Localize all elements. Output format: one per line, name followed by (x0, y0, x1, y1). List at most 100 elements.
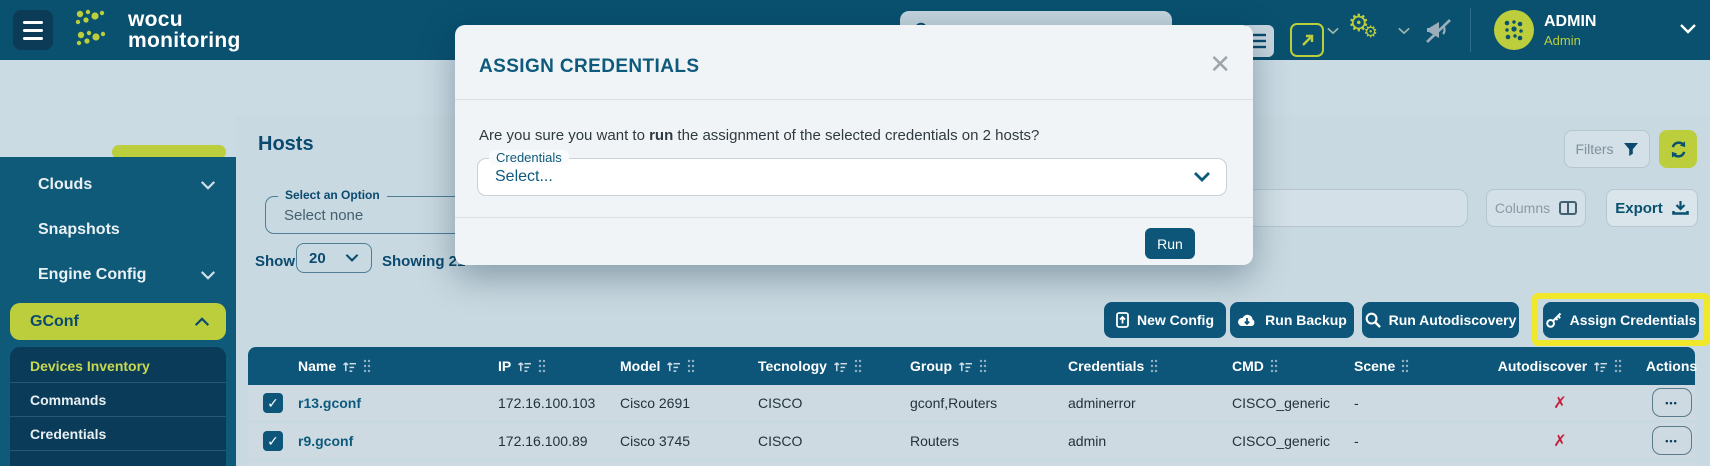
assign-credentials-modal: ASSIGN CREDENTIALS ✕ Are you sure you wa… (455, 25, 1253, 265)
column-header-name[interactable]: Name (292, 358, 492, 374)
sidebar-item-gconf-active[interactable]: GConf (10, 303, 226, 340)
drag-handle-icon[interactable] (1614, 359, 1622, 373)
gears-chevron-icon[interactable] (1398, 27, 1410, 35)
table-row: ✓ r13.gconf 172.16.100.103 Cisco 2691 CI… (248, 385, 1695, 420)
yellow-highlight-annotation (1532, 293, 1710, 346)
drag-handle-icon[interactable] (1401, 359, 1409, 373)
columns-button[interactable]: Columns (1486, 189, 1586, 227)
option-select-label: Select an Option (278, 188, 387, 202)
chevron-up-icon (194, 317, 210, 326)
row-actions-button[interactable]: ••• (1652, 388, 1692, 417)
page-title: Hosts (258, 133, 314, 156)
sort-icon[interactable] (666, 360, 681, 373)
cell-tecnology: CISCO (752, 433, 904, 449)
column-header-actions: Actions (1642, 358, 1695, 374)
drag-handle-icon[interactable] (538, 359, 546, 373)
column-header-model[interactable]: Model (614, 358, 752, 374)
row-checkbox-checked[interactable]: ✓ (263, 431, 283, 451)
sort-icon[interactable] (342, 360, 357, 373)
submenu-item-commands[interactable]: Commands (10, 383, 226, 416)
drag-handle-icon[interactable] (979, 359, 987, 373)
download-icon (1672, 200, 1689, 216)
submenu-item-devices-inventory[interactable]: Devices Inventory (10, 349, 226, 382)
show-label: Show (255, 253, 295, 270)
sort-icon[interactable] (1593, 360, 1608, 373)
header-divider (1470, 8, 1471, 52)
sidebar-item-snapshots[interactable]: Snapshots (0, 213, 236, 247)
wocu-logo-dots-icon (72, 8, 118, 52)
drag-handle-icon[interactable] (363, 359, 371, 373)
megaphone-muted-icon[interactable] (1424, 18, 1454, 44)
modal-divider (455, 217, 1253, 218)
credentials-select-label: Credentials (489, 150, 569, 165)
option-select-value: Select none (284, 207, 363, 224)
filters-button[interactable]: Filters (1564, 130, 1650, 168)
host-name-link[interactable]: r13.gconf (298, 395, 361, 411)
export-button[interactable]: Export (1606, 189, 1698, 227)
modal-title: ASSIGN CREDENTIALS (479, 56, 699, 78)
sort-icon[interactable] (833, 360, 848, 373)
hosts-table: Name IP Model Tecnology Group (248, 347, 1695, 466)
cell-tecnology: CISCO (752, 395, 904, 411)
submenu-item-credentials[interactable]: Credentials (10, 417, 226, 450)
host-name-link[interactable]: r9.gconf (298, 433, 353, 449)
new-config-button[interactable]: New Config (1104, 302, 1226, 338)
column-header-group[interactable]: Group (904, 358, 1062, 374)
credentials-select[interactable]: Credentials Select... (477, 158, 1227, 196)
drag-handle-icon[interactable] (1270, 359, 1278, 373)
external-link-chevron-icon[interactable] (1327, 27, 1339, 35)
gears-icon[interactable]: ⚙⚙ (1348, 12, 1384, 39)
cell-credentials: adminerror (1062, 395, 1226, 411)
column-header-autodiscover[interactable]: Autodiscover (1472, 358, 1642, 374)
run-autodiscovery-button[interactable]: Run Autodiscovery (1362, 302, 1519, 338)
drag-handle-icon[interactable] (687, 359, 695, 373)
cell-scene: - (1348, 433, 1472, 449)
chevron-down-icon (1194, 172, 1210, 182)
sort-icon[interactable] (958, 360, 973, 373)
user-role: Admin (1544, 33, 1581, 48)
page-size-select[interactable]: 20 (296, 243, 372, 273)
hamburger-menu-button[interactable] (13, 10, 53, 50)
table-header-row: Name IP Model Tecnology Group (248, 347, 1695, 385)
user-avatar[interactable] (1494, 10, 1534, 50)
chevron-down-icon (200, 181, 216, 190)
row-actions-button[interactable]: ••• (1652, 426, 1692, 455)
cell-model: Cisco 2691 (614, 395, 752, 411)
close-icon[interactable]: ✕ (1209, 51, 1231, 77)
column-header-ip[interactable]: IP (492, 358, 614, 374)
cell-group: Routers (904, 433, 1062, 449)
cell-ip: 172.16.100.103 (492, 395, 614, 411)
column-header-credentials[interactable]: Credentials (1062, 358, 1226, 374)
cell-cmd: CISCO_generic (1226, 433, 1348, 449)
sidebar-item-clouds[interactable]: Clouds (0, 168, 236, 202)
row-checkbox-checked[interactable]: ✓ (263, 393, 283, 413)
showing-count-text: Showing 21 (382, 253, 465, 270)
modal-question: Are you sure you want to run the assignm… (479, 127, 1039, 144)
search-icon (1365, 312, 1381, 328)
modal-divider (455, 99, 1253, 100)
cell-scene: - (1348, 395, 1472, 411)
drag-handle-icon[interactable] (854, 359, 862, 373)
user-menu-chevron-icon[interactable] (1680, 24, 1696, 34)
funnel-icon (1623, 142, 1639, 157)
column-header-tecnology[interactable]: Tecnology (752, 358, 904, 374)
chevron-down-icon (345, 254, 359, 262)
page-size-value: 20 (309, 250, 326, 267)
autodiscover-cross-icon: ✗ (1553, 393, 1566, 413)
run-backup-button[interactable]: Run Backup (1230, 302, 1354, 338)
cell-group: gconf,Routers (904, 395, 1062, 411)
sort-icon[interactable] (517, 360, 532, 373)
external-link-icon[interactable] (1290, 23, 1324, 57)
gconf-submenu: Devices Inventory Commands Credentials (10, 347, 226, 466)
drag-handle-icon[interactable] (1150, 359, 1158, 373)
file-plus-icon (1116, 312, 1129, 328)
wocu-logo-text: wocu monitoring (128, 9, 241, 51)
submenu-divider (10, 450, 226, 451)
run-button[interactable]: Run (1145, 228, 1195, 259)
column-header-cmd[interactable]: CMD (1226, 358, 1348, 374)
column-header-scene[interactable]: Scene (1348, 358, 1472, 374)
sidebar-item-engine-config[interactable]: Engine Config (0, 258, 236, 292)
cell-ip: 172.16.100.89 (492, 433, 614, 449)
refresh-button[interactable] (1659, 130, 1697, 168)
app-root: wocu monitoring ⚙⚙ (0, 0, 1710, 466)
